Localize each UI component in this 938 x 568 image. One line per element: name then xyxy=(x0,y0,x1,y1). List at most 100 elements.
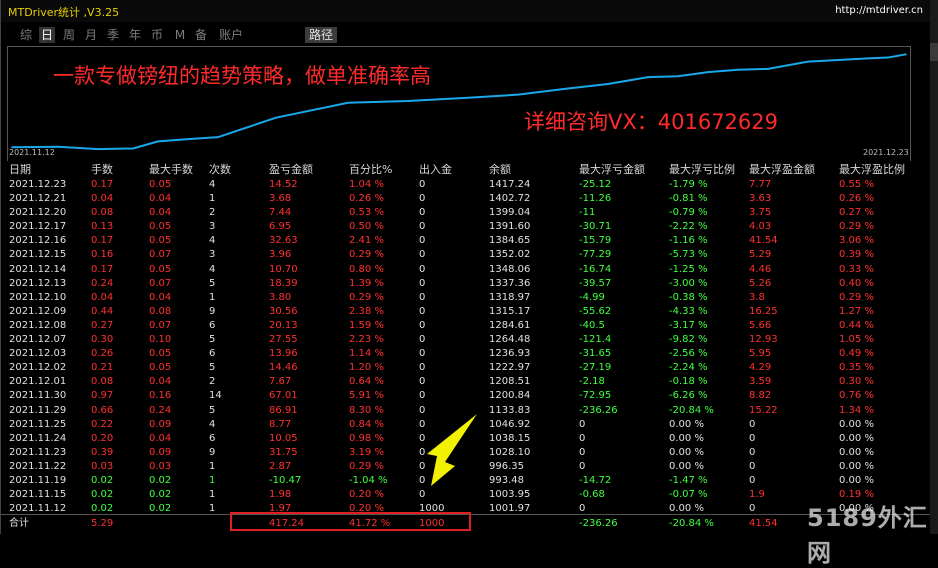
equity-point xyxy=(57,145,59,148)
column-header[interactable]: 最大浮盈金额 xyxy=(749,161,815,178)
table-cell: 16.25 xyxy=(749,305,778,317)
table-cell: 0 xyxy=(749,460,756,472)
table-cell: 1337.36 xyxy=(489,277,531,289)
table-cell: 0.00 % xyxy=(839,418,874,430)
table-cell: -1.16 % xyxy=(669,235,708,247)
table-row[interactable]: 2021.12.16 0.17 0.05 4 32.63 2.41 % 0 1384.65 -1… xyxy=(1,234,931,248)
equity-point xyxy=(467,96,469,99)
table-cell: -3.00 % xyxy=(669,277,708,289)
table-cell: 0.50 % xyxy=(349,221,384,233)
table-cell: 0.33 % xyxy=(839,263,874,275)
table-cell: 0.10 xyxy=(149,334,172,346)
equity-point xyxy=(737,68,739,71)
table-cell: 0.66 xyxy=(91,404,114,416)
tab-period-1[interactable]: 日 xyxy=(39,27,55,43)
column-header[interactable]: 出入金 xyxy=(419,161,452,178)
table-row[interactable]: 2021.12.08 0.27 0.07 6 20.13 1.59 % 0 1284.61 -4… xyxy=(1,319,931,333)
title-bar: MTDriver统计 ,V3.25 http://mtdriver.cn xyxy=(1,0,931,22)
table-row[interactable]: 2021.11.15 0.02 0.02 1 1.98 0.20 % 0 1003.95 -0.… xyxy=(1,488,931,502)
tab-period-5[interactable]: 年 xyxy=(127,27,143,43)
table-cell: 1402.72 xyxy=(489,193,531,205)
table-cell: 4.29 xyxy=(749,362,772,374)
column-header[interactable]: 盈亏金额 xyxy=(269,161,313,178)
table-cell: 4.46 xyxy=(749,263,772,275)
table-row[interactable]: 2021.12.07 0.30 0.10 5 27.55 2.23 % 0 1264.48 -1… xyxy=(1,333,931,347)
table-cell: 0.09 xyxy=(149,418,172,430)
table-cell: 0 xyxy=(749,418,756,430)
tab-period-4[interactable]: 季 xyxy=(105,27,121,43)
table-cell: 0.26 % xyxy=(839,193,874,205)
route-button[interactable]: 路径 xyxy=(305,27,338,43)
table-row[interactable]: 2021.12.23 0.17 0.05 4 14.52 1.04 % 0 1417.24 -2… xyxy=(1,178,931,192)
table-cell: 0.64 % xyxy=(349,376,384,388)
website-link[interactable]: http://mtdriver.cn xyxy=(835,5,923,16)
table-cell: 8.82 xyxy=(749,390,772,402)
tab-period-0[interactable]: 综 xyxy=(18,27,34,43)
table-row[interactable]: 2021.12.03 0.26 0.05 6 13.96 1.14 % 0 1236.93 -3… xyxy=(1,347,931,361)
tab-period-3[interactable]: 月 xyxy=(83,27,99,43)
table-cell: -0.18 % xyxy=(669,376,708,388)
table-row[interactable]: 2021.12.20 0.08 0.04 2 7.44 0.53 % 0 1399.04 -11… xyxy=(1,206,931,220)
column-header[interactable]: 百分比% xyxy=(349,161,392,178)
table-cell: 1003.95 xyxy=(489,489,531,501)
tab-period-6[interactable]: 币 xyxy=(149,27,165,43)
tab-period-7[interactable]: M xyxy=(172,27,188,43)
tab-period-2[interactable]: 周 xyxy=(61,27,77,43)
table-row[interactable]: 2021.12.14 0.17 0.05 4 10.70 0.80 % 0 1348.06 -1… xyxy=(1,263,931,277)
chart-start-date: 2021.11.12 xyxy=(9,148,55,157)
table-cell: 41.54 xyxy=(749,235,778,247)
table-cell: 9 xyxy=(209,446,216,458)
table-cell: 30.56 xyxy=(269,305,298,317)
column-header[interactable]: 最大浮亏比例 xyxy=(669,161,735,178)
totals-cell: 41.54 xyxy=(749,518,778,529)
vertical-scrollbar[interactable] xyxy=(930,0,938,534)
table-cell: 0 xyxy=(579,432,586,444)
table-cell: -5.73 % xyxy=(669,249,708,261)
table-row[interactable]: 2021.12.09 0.44 0.08 9 30.56 2.38 % 0 1315.17 -5… xyxy=(1,305,931,319)
window-title: MTDriver统计 ,V3.25 xyxy=(8,6,120,19)
column-header[interactable]: 手数 xyxy=(91,161,113,178)
tab-period-8[interactable]: 备 xyxy=(193,27,209,43)
highlight-box xyxy=(230,512,471,531)
column-header[interactable]: 最大浮亏金额 xyxy=(579,161,645,178)
table-cell: 0.16 xyxy=(149,390,172,402)
equity-point xyxy=(707,71,709,73)
table-cell: 3.59 xyxy=(749,376,772,388)
table-row[interactable]: 2021.12.15 0.16 0.07 3 3.96 0.29 % 0 1352.02 -77… xyxy=(1,248,931,262)
table-cell: 0.05 xyxy=(149,221,172,233)
table-cell: 0.04 xyxy=(149,376,172,388)
table-row[interactable]: 2021.12.10 0.04 0.04 1 3.80 0.29 % 0 1318.97 -4.… xyxy=(1,291,931,305)
table-row[interactable]: 2021.12.13 0.24 0.07 5 18.39 1.39 % 0 1337.36 -3… xyxy=(1,277,931,291)
table-cell: -11.26 xyxy=(579,193,612,205)
table-row[interactable]: 2021.12.02 0.21 0.05 5 14.46 1.20 % 0 1222.97 -2… xyxy=(1,361,931,375)
table-cell: 2.23 % xyxy=(349,334,384,346)
table-cell: 2021.11.24 xyxy=(9,432,67,444)
table-cell: 2021.12.20 xyxy=(9,207,67,219)
table-cell: 0.05 xyxy=(149,263,172,275)
table-row[interactable]: 2021.12.21 0.04 0.04 1 3.68 0.26 % 0 1402.72 -11… xyxy=(1,192,931,206)
column-header[interactable]: 最大手数 xyxy=(149,161,193,178)
table-row[interactable]: 2021.12.17 0.13 0.05 3 6.95 0.50 % 0 1391.60 -30… xyxy=(1,220,931,234)
column-header[interactable]: 日期 xyxy=(9,161,31,178)
column-header[interactable]: 最大浮盈比例 xyxy=(839,161,905,178)
table-cell: 1222.97 xyxy=(489,362,531,374)
scrollbar-thumb[interactable] xyxy=(930,43,938,61)
table-cell: 0 xyxy=(749,446,756,458)
table-cell: -1.04 % xyxy=(349,474,388,486)
table-cell: 1133.83 xyxy=(489,404,531,416)
column-header[interactable]: 次数 xyxy=(209,161,231,178)
table-row[interactable]: 2021.12.01 0.08 0.04 2 7.67 0.64 % 0 1208.51 -2.… xyxy=(1,375,931,389)
table-cell: 2.38 % xyxy=(349,305,384,317)
table-cell: 0.02 xyxy=(91,489,114,501)
table-cell: 6 xyxy=(209,348,216,360)
tab-period-9[interactable]: 账户 xyxy=(216,27,246,43)
table-cell: 2 xyxy=(209,207,216,219)
table-cell: 1.39 % xyxy=(349,277,384,289)
column-header[interactable]: 余额 xyxy=(489,161,511,178)
table-cell: 2021.12.23 xyxy=(9,179,67,190)
table-row[interactable]: 2021.11.30 0.97 0.16 14 67.01 5.91 % 0 1200.84 -… xyxy=(1,389,931,403)
table-cell: 2021.11.29 xyxy=(9,404,67,416)
table-cell: 0.26 % xyxy=(349,193,384,205)
table-cell: -0.07 % xyxy=(669,489,708,501)
table-cell: 2021.12.02 xyxy=(9,362,67,374)
